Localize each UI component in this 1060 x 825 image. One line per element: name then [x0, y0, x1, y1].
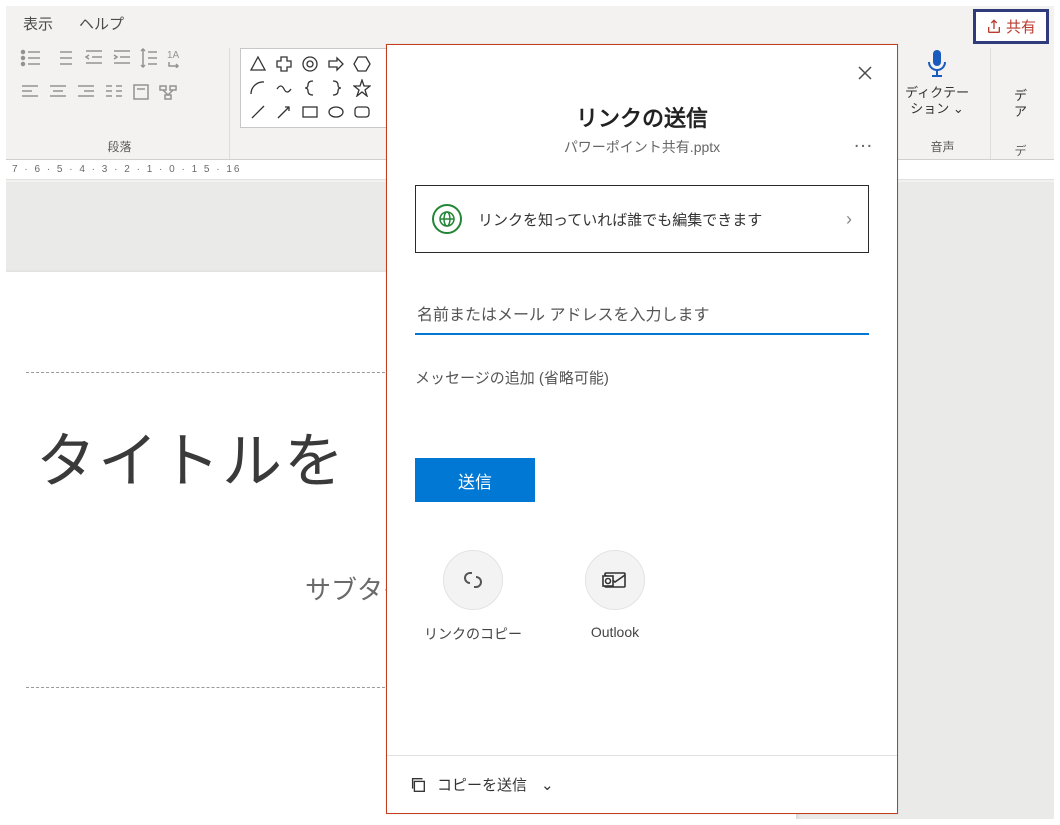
align-right-icon[interactable] — [76, 83, 96, 104]
share-dialog: リンクの送信 パワーポイント共有.pptx … リンクを知っていれば誰でも編集で… — [386, 44, 898, 814]
shape-brace-right-icon[interactable] — [329, 79, 343, 97]
send-copy-button[interactable]: コピーを送信 ⌄ — [387, 755, 897, 813]
outlook-icon — [601, 566, 629, 594]
dialog-filename: パワーポイント共有.pptx — [407, 137, 877, 157]
outlook-button[interactable]: Outlook — [565, 550, 665, 644]
tab-view[interactable]: 表示 — [21, 7, 55, 40]
copy-link-label: リンクのコピー — [424, 624, 522, 644]
shape-roundrect-icon[interactable] — [353, 103, 371, 121]
recipients-input[interactable] — [415, 299, 869, 335]
voice-group-label: 音声 — [905, 134, 980, 155]
paragraph-group-label: 段落 — [20, 134, 219, 155]
link-settings-label: リンクを知っていれば誰でも編集できます — [478, 209, 830, 230]
shape-wave-icon[interactable] — [275, 79, 293, 97]
shape-line-icon[interactable] — [249, 103, 267, 121]
shapes-group-label — [240, 137, 400, 155]
smartart-convert-icon[interactable] — [158, 83, 178, 104]
shapes-gallery[interactable] — [240, 48, 400, 128]
line-spacing-icon[interactable] — [140, 48, 158, 71]
bullets-icon[interactable] — [20, 48, 44, 71]
numbering-icon[interactable] — [52, 48, 76, 71]
shape-oval-icon[interactable] — [327, 103, 345, 121]
link-icon — [459, 566, 487, 594]
tab-help[interactable]: ヘルプ — [77, 7, 126, 40]
chevron-right-icon: › — [846, 209, 852, 230]
globe-icon — [432, 204, 462, 234]
shape-plus-icon[interactable] — [275, 55, 293, 73]
increase-indent-icon[interactable] — [112, 48, 132, 71]
share-icon — [986, 19, 1002, 35]
design-group-label-fragment: デ — [995, 138, 1046, 159]
link-settings-button[interactable]: リンクを知っていれば誰でも編集できます › — [415, 185, 869, 253]
svg-text:1A: 1A — [167, 50, 180, 61]
dictation-label[interactable]: ディクテー ション ⌄ — [905, 85, 969, 116]
message-input[interactable]: メッセージの追加 (省略可能) — [415, 367, 869, 388]
microphone-icon[interactable] — [923, 48, 951, 83]
align-text-icon[interactable] — [132, 83, 150, 104]
shape-arc-icon[interactable] — [249, 79, 267, 97]
outlook-label: Outlook — [591, 624, 639, 640]
share-button-label: 共有 — [1006, 16, 1036, 37]
send-button[interactable]: 送信 — [415, 458, 535, 502]
shape-triangle-icon[interactable] — [249, 55, 267, 73]
copy-link-button[interactable]: リンクのコピー — [423, 550, 523, 644]
design-fragment-bottom: ア — [1014, 104, 1027, 119]
more-options-button[interactable]: … — [853, 130, 875, 153]
chevron-down-icon: ⌄ — [541, 776, 554, 794]
decrease-indent-icon[interactable] — [84, 48, 104, 71]
shape-rect-icon[interactable] — [301, 103, 319, 121]
align-center-icon[interactable] — [48, 83, 68, 104]
share-button[interactable]: 共有 — [973, 9, 1049, 44]
shape-hexagon-icon[interactable] — [353, 55, 371, 73]
shape-star-icon[interactable] — [353, 79, 371, 97]
columns-icon[interactable] — [104, 83, 124, 104]
shape-arrow-icon[interactable] — [327, 55, 345, 73]
dialog-title: リンクの送信 — [407, 101, 877, 133]
shape-line-arrow-icon[interactable] — [275, 103, 293, 121]
shape-donut-icon[interactable] — [301, 55, 319, 73]
text-direction-icon[interactable]: 1A — [166, 48, 182, 71]
align-left-icon[interactable] — [20, 83, 40, 104]
copy-icon — [409, 776, 427, 794]
design-fragment-top: デ — [1014, 88, 1027, 103]
send-copy-label: コピーを送信 — [437, 774, 527, 795]
shape-brace-left-icon[interactable] — [303, 79, 317, 97]
